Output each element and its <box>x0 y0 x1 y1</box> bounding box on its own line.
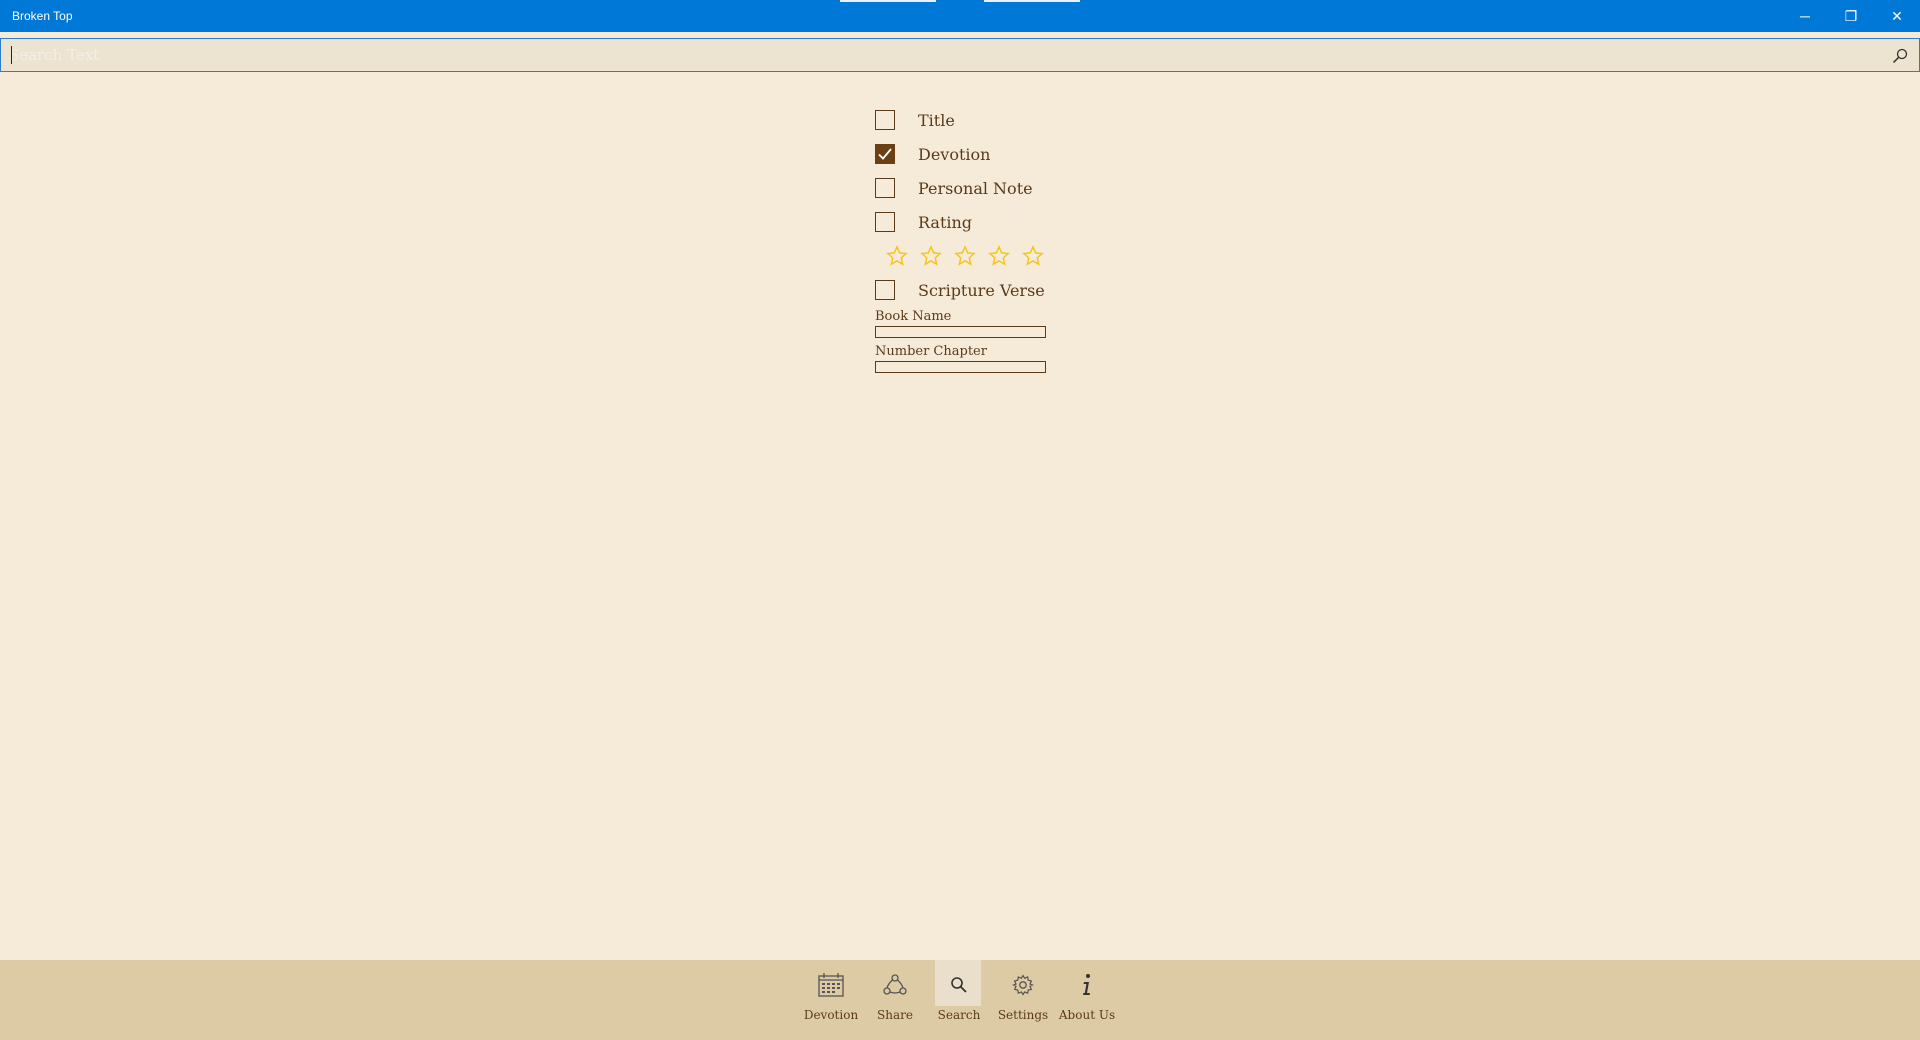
star-icon <box>1022 245 1044 266</box>
restore-button[interactable]: ❐ <box>1828 0 1874 32</box>
personal-note-label: Personal Note <box>918 178 1033 198</box>
rating-checkbox[interactable] <box>875 212 895 232</box>
rating-stars <box>875 239 1175 273</box>
scripture-verse-label: Scripture Verse <box>918 280 1045 300</box>
search-icon <box>1892 48 1908 64</box>
filter-personal-note[interactable]: Personal Note <box>875 171 1175 205</box>
calendar-icon <box>818 973 844 997</box>
nav-label: Share <box>877 1008 913 1022</box>
devotion-checkbox[interactable] <box>875 144 895 164</box>
filter-title[interactable]: Title <box>875 103 1175 137</box>
chapter-label: Number Chapter <box>875 344 987 359</box>
search-icon <box>951 977 967 993</box>
search-box <box>0 38 1920 72</box>
restore-icon: ❐ <box>1844 7 1858 24</box>
star-1[interactable] <box>880 242 914 270</box>
star-icon <box>886 245 908 266</box>
close-button[interactable]: ✕ <box>1874 0 1920 32</box>
minimize-button[interactable]: ─ <box>1782 0 1828 32</box>
nav-settings[interactable]: Settings <box>991 960 1055 1040</box>
text-caret <box>11 46 12 64</box>
star-5[interactable] <box>1016 242 1050 270</box>
star-icon <box>954 245 976 266</box>
minimize-icon: ─ <box>1800 8 1810 24</box>
filter-rating[interactable]: Rating <box>875 205 1175 239</box>
nav-search[interactable]: Search <box>927 960 991 1040</box>
info-icon <box>1083 974 1090 995</box>
star-3[interactable] <box>948 242 982 270</box>
personal-note-checkbox[interactable] <box>875 178 895 198</box>
star-4[interactable] <box>982 242 1016 270</box>
nav-label: About Us <box>1058 1008 1116 1022</box>
nav-label: Devotion <box>803 1008 859 1022</box>
search-submit-button[interactable] <box>1889 45 1911 67</box>
nav-label: Settings <box>997 1008 1049 1022</box>
checkmark-icon <box>878 148 892 160</box>
search-filters: Title Devotion Personal Note Rating Scri… <box>875 103 1175 373</box>
titlebar-accent-line <box>984 0 1080 2</box>
nav-about-us[interactable]: About Us <box>1055 960 1119 1040</box>
title-checkbox[interactable] <box>875 110 895 130</box>
scripture-verse-checkbox[interactable] <box>875 280 895 300</box>
nav-devotion[interactable]: Devotion <box>799 960 863 1040</box>
chapter-input[interactable] <box>875 361 1046 373</box>
book-name-input[interactable] <box>875 326 1046 338</box>
nav-share[interactable]: Share <box>863 960 927 1040</box>
titlebar-accent-line <box>840 0 936 2</box>
star-icon <box>988 245 1010 266</box>
close-icon: ✕ <box>1891 7 1903 24</box>
bottom-app-bar: Devotion Share Search Settings About Us <box>0 960 1920 1040</box>
filter-scripture-verse[interactable]: Scripture Verse <box>875 273 1175 307</box>
share-icon <box>883 974 907 995</box>
window-title: Broken Top <box>12 9 73 23</box>
gear-icon <box>1012 974 1034 996</box>
filter-devotion[interactable]: Devotion <box>875 137 1175 171</box>
rating-label: Rating <box>918 212 973 232</box>
title-bar: Broken Top ─ ❐ ✕ <box>0 0 1920 32</box>
search-input[interactable] <box>9 39 1869 71</box>
star-icon <box>920 245 942 266</box>
star-2[interactable] <box>914 242 948 270</box>
book-name-label: Book Name <box>875 309 952 324</box>
title-label: Title <box>918 110 955 130</box>
nav-label: Search <box>937 1008 981 1022</box>
devotion-label: Devotion <box>918 144 991 164</box>
